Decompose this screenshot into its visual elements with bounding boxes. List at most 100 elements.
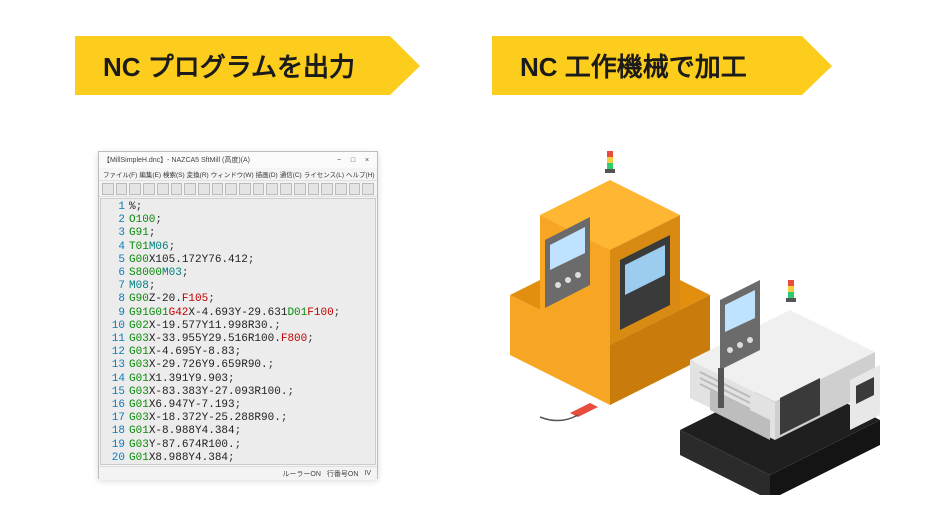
help-icon[interactable]	[362, 183, 374, 195]
code-token: X-29.726Y9.659R90.	[149, 359, 268, 371]
close-icon[interactable]: ×	[361, 157, 373, 164]
copy-icon[interactable]	[171, 183, 183, 195]
max-icon[interactable]: □	[347, 157, 359, 164]
code-line: 14G01X1.391Y9.903;	[105, 373, 375, 386]
line-number: 14	[105, 373, 125, 386]
step-banner-output: NC プログラムを出力	[75, 36, 390, 95]
line-number: 18	[105, 425, 125, 438]
line-number: 6	[105, 267, 125, 280]
code-token: ;	[307, 333, 314, 345]
sep-icon[interactable]	[321, 183, 333, 195]
code-line: 6S8000M03;	[105, 267, 375, 280]
code-line: 5 G00X105.172Y76.412;	[105, 254, 375, 267]
menu-item[interactable]: ライセンス(L)	[304, 169, 344, 179]
code-token: ;	[248, 254, 255, 266]
print-icon[interactable]	[143, 183, 155, 195]
code-token: O100	[129, 214, 155, 226]
paste-icon[interactable]	[184, 183, 196, 195]
menu-item[interactable]: ウィンドウ(W)	[211, 169, 254, 179]
code-token: ;	[169, 241, 176, 253]
code-token: ;	[136, 201, 143, 213]
open-icon[interactable]	[116, 183, 128, 195]
code-token: X-4.695Y-8.83	[149, 346, 235, 358]
window-controls: − □ ×	[333, 157, 373, 164]
code-token: G91	[129, 227, 149, 239]
floor-accessory-icon	[540, 403, 598, 421]
line-number: 16	[105, 399, 125, 412]
menu-item[interactable]: 描画(D)	[256, 169, 278, 179]
next-icon[interactable]	[294, 183, 306, 195]
code-token: G01	[129, 452, 149, 464]
code-token: ;	[281, 412, 288, 424]
code-token: G03	[129, 359, 149, 371]
code-token: F105	[182, 293, 208, 305]
machines-svg	[470, 145, 890, 495]
code-token: ;	[334, 307, 341, 319]
code-line: 8G90Z-20.F105;	[105, 293, 375, 306]
code-token: G01	[129, 399, 149, 411]
code-line: 10G02X-19.577Y11.998R30.;	[105, 320, 375, 333]
prev-icon[interactable]	[280, 183, 292, 195]
menu-item[interactable]: 変換(R)	[187, 169, 209, 179]
code-line: 18G01X-8.988Y4.384;	[105, 425, 375, 438]
code-token: ;	[235, 346, 242, 358]
run-icon[interactable]	[266, 183, 278, 195]
code-token: X105.172Y76.412	[149, 254, 248, 266]
code-token: %	[129, 201, 136, 213]
line-number: 11	[105, 333, 125, 346]
line-number: 15	[105, 386, 125, 399]
menu-item[interactable]: ファイル(F)	[103, 169, 137, 179]
menu-item[interactable]: ヘルプ(H)	[346, 169, 375, 179]
menu-item[interactable]: 編集(E)	[139, 169, 161, 179]
code-token: ;	[228, 452, 235, 464]
code-token: ;	[274, 320, 281, 332]
code-token: G42	[169, 307, 189, 319]
code-token: ;	[149, 280, 156, 292]
code-line: 2O100;	[105, 214, 375, 227]
code-line: 11G03X-33.955Y29.516R100.F800;	[105, 333, 375, 346]
code-token: M03	[162, 267, 182, 279]
line-number: 8	[105, 293, 125, 306]
find-icon[interactable]	[225, 183, 237, 195]
status-lineno: 行番号ON	[327, 469, 359, 479]
editor-titlebar: 【MillSimpleH.dnc】- NAZCA5 SftMill (高度)(A…	[99, 152, 377, 168]
line-number: 17	[105, 412, 125, 425]
code-token: X-4.693Y-29.631	[188, 307, 287, 319]
code-token: Z-20.	[149, 293, 182, 305]
code-token: X6.947Y-7.193	[149, 399, 235, 411]
cut-icon[interactable]	[157, 183, 169, 195]
code-line: 20G01X8.988Y4.384;	[105, 452, 375, 465]
undo-icon[interactable]	[198, 183, 210, 195]
menu-item[interactable]: 検索(S)	[163, 169, 185, 179]
line-number: 7	[105, 280, 125, 293]
nc-code-area: 1%;2O100;3G91;4T01M06;5G00X105.172Y76.41…	[100, 198, 376, 465]
code-token: X-33.955Y29.516R100.	[149, 333, 281, 345]
code-token: S8000	[129, 267, 162, 279]
grid-icon[interactable]	[253, 183, 265, 195]
editor-title: 【MillSimpleH.dnc】- NAZCA5 SftMill (高度)(A…	[103, 155, 250, 165]
redo-icon[interactable]	[212, 183, 224, 195]
link-icon[interactable]	[335, 183, 347, 195]
code-token: M06	[149, 241, 169, 253]
code-token: G01	[129, 425, 149, 437]
step-banner-machining: NC 工作機械で加工	[492, 36, 802, 95]
cnc-machines-illustration	[470, 145, 890, 495]
new-icon[interactable]	[102, 183, 114, 195]
line-number: 2	[105, 214, 125, 227]
menu-item[interactable]: 通信(C)	[280, 169, 302, 179]
mail-icon[interactable]	[349, 183, 361, 195]
line-number: 3	[105, 227, 125, 240]
line-number: 13	[105, 359, 125, 372]
save-icon[interactable]	[129, 183, 141, 195]
stop-icon[interactable]	[308, 183, 320, 195]
line-number: 5	[105, 254, 125, 267]
code-token: F800	[281, 333, 307, 345]
status-ruler: ルーラーON	[282, 469, 321, 479]
code-line: 1%;	[105, 201, 375, 214]
min-icon[interactable]: −	[333, 157, 345, 164]
code-line: 13G03X-29.726Y9.659R90.;	[105, 359, 375, 372]
zoom-icon[interactable]	[239, 183, 251, 195]
code-token: G01	[129, 346, 149, 358]
code-token: G00	[129, 254, 149, 266]
code-line: 17G03X-18.372Y-25.288R90.;	[105, 412, 375, 425]
